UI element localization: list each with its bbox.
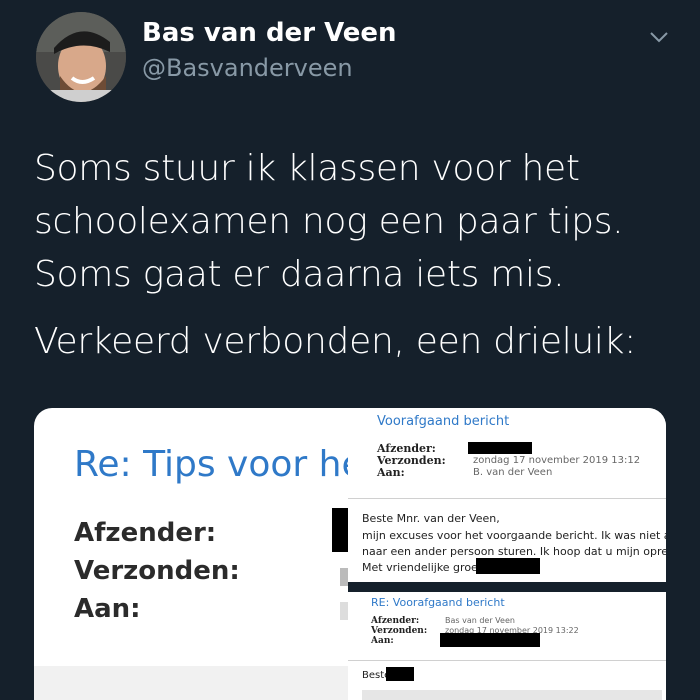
label-aan: Aan:	[74, 594, 141, 624]
email-title: RE: Voorafgaand bericht	[371, 596, 505, 609]
label-aan: Aan:	[377, 466, 405, 479]
label-aan: Aan:	[371, 636, 394, 646]
label-verzonden: Verzonden:	[74, 556, 240, 586]
label-verzonden: Verzonden:	[371, 626, 428, 636]
redaction-bar	[386, 667, 414, 681]
email-subject: Re: Tips voor he	[74, 444, 364, 485]
body-line: Beste Mnr. van der Veen,	[362, 512, 500, 525]
email-footer-area	[34, 666, 348, 700]
tweet-media[interactable]: Re: Tips voor he Afzender: Verzonden: Aa…	[34, 408, 666, 700]
media-image-right-bottom[interactable]: RE: Voorafgaand bericht Afzender: Verzon…	[348, 592, 666, 700]
profile-photo	[36, 12, 126, 102]
media-image-left[interactable]: Re: Tips voor he Afzender: Verzonden: Aa…	[34, 408, 364, 700]
tweet-paragraph-2: Verkeerd verbonden, een drieluik:	[34, 321, 637, 362]
cut-off-text	[340, 568, 348, 586]
avatar[interactable]	[36, 12, 126, 102]
from-value: Bas van der Veen	[445, 616, 515, 625]
redaction-bar	[332, 508, 348, 552]
cut-off-text	[340, 602, 348, 620]
media-image-right-top[interactable]: Voorafgaand bericht Afzender: Verzonden:…	[348, 408, 666, 582]
to-value: B. van der Veen	[473, 467, 553, 478]
cut-off-text	[362, 690, 662, 700]
label-afzender: Afzender:	[371, 616, 420, 626]
redaction-bar	[440, 633, 540, 647]
tweet-text: Soms stuur ik klassen voor het schoolexa…	[34, 142, 674, 368]
author-name[interactable]: Bas van der Veen	[142, 18, 397, 48]
body-line: Met vriendelijke groet	[362, 561, 483, 574]
label-afzender: Afzender:	[74, 518, 217, 548]
email-title: Voorafgaand bericht	[377, 414, 510, 429]
redaction-bar	[468, 442, 532, 454]
chevron-down-icon[interactable]	[648, 26, 670, 48]
body-line: naar een ander persoon sturen. Ik hoop d…	[362, 545, 666, 558]
redaction-bar	[476, 558, 540, 574]
tweet-paragraph-1: Soms stuur ik klassen voor het schoolexa…	[34, 148, 624, 295]
author-handle[interactable]: @Basvanderveen	[142, 54, 353, 82]
sent-value: zondag 17 november 2019 13:12	[473, 455, 641, 466]
body-line: mijn excuses voor het voorgaande bericht…	[362, 529, 666, 542]
